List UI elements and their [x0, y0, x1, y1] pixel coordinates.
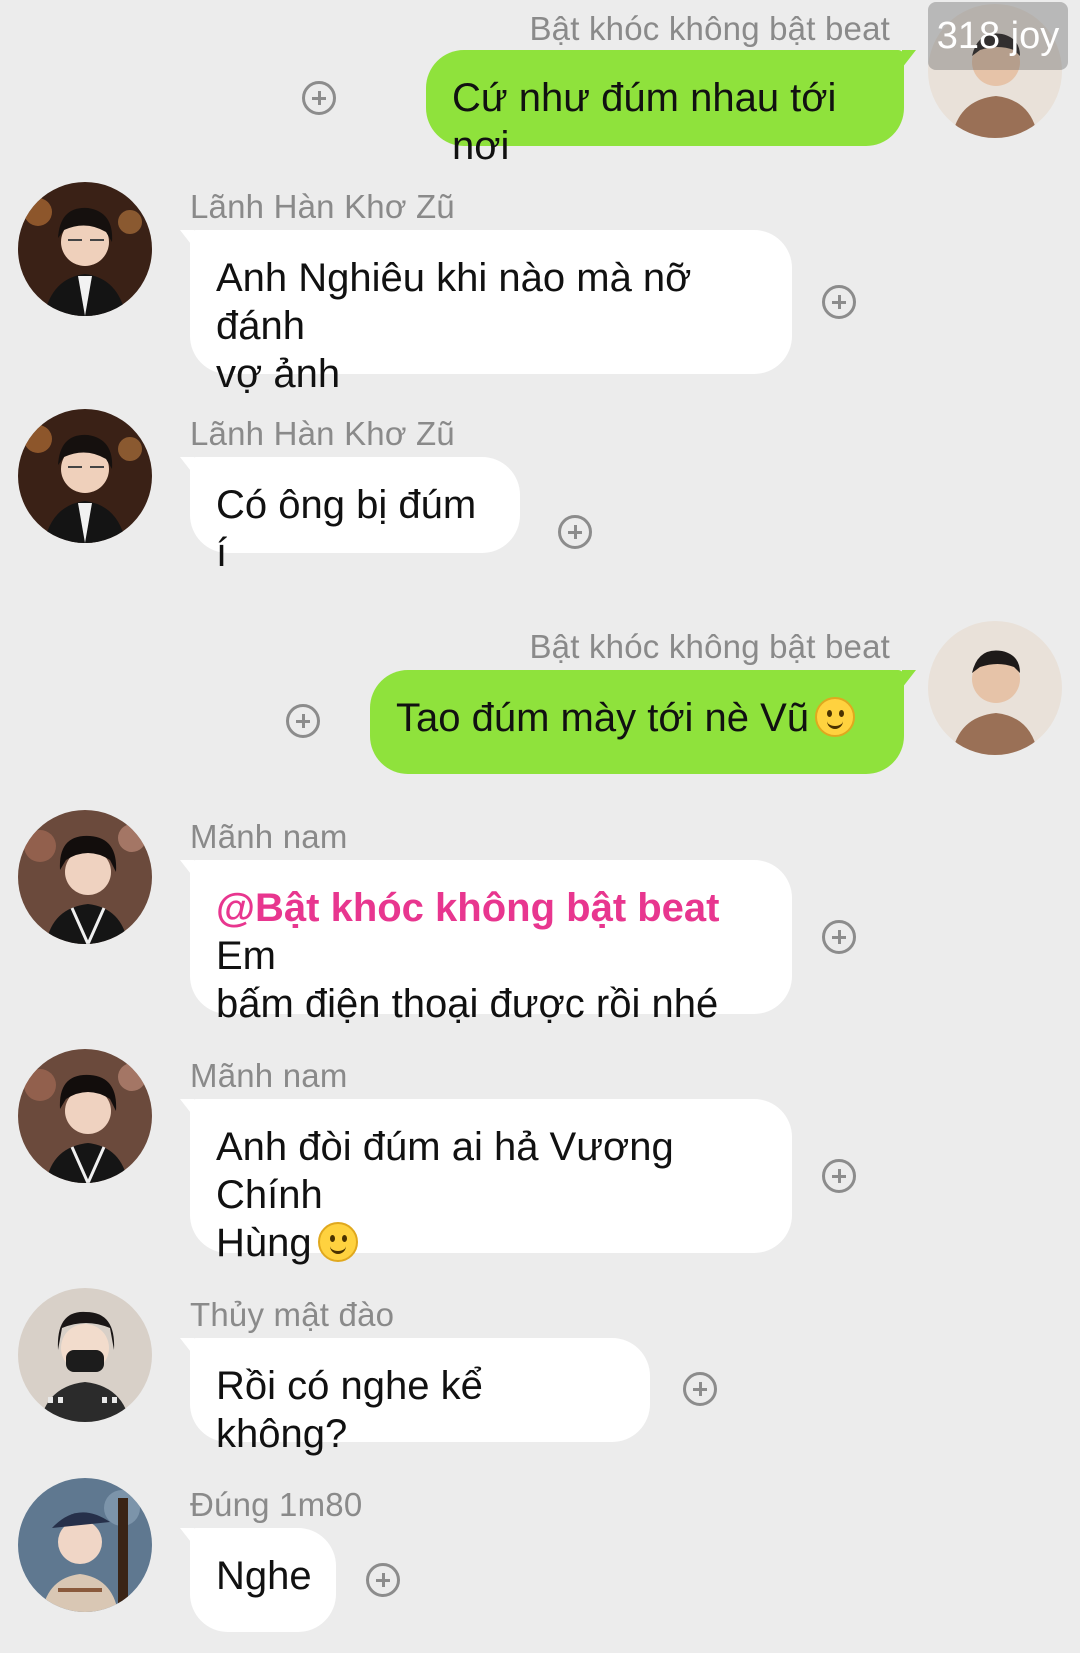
avatar[interactable] — [18, 1288, 152, 1422]
message-bubble[interactable]: Cứ như đúm nhau tới nơi — [426, 50, 916, 168]
message-text-line: vợ ảnh — [216, 352, 341, 396]
add-reaction-icon[interactable] — [366, 1563, 400, 1597]
message-text: Có ông bị đúm í — [216, 483, 477, 575]
message-bubble[interactable]: Rồi có nghe kể không? — [180, 1338, 650, 1456]
add-reaction-icon[interactable] — [558, 515, 592, 549]
add-reaction-icon[interactable] — [822, 1159, 856, 1193]
sender-name: Bật khóc không bật beat — [529, 628, 890, 665]
avatar[interactable] — [18, 182, 152, 316]
message-text: Rồi có nghe kể không? — [216, 1364, 483, 1456]
message-text: Hùng — [216, 1221, 312, 1265]
avatar[interactable] — [18, 810, 152, 944]
message-text-line: bấm điện thoại được rồi nhé — [216, 982, 719, 1026]
message-bubble[interactable]: @Bật khóc không bật beat Em bấm điện tho… — [180, 860, 792, 1026]
add-reaction-icon[interactable] — [683, 1372, 717, 1406]
message-text-line: Anh Nghiêu khi nào mà nỡ đánh — [216, 256, 692, 348]
message-text: Cứ như đúm nhau tới nơi — [452, 76, 837, 168]
message-bubble[interactable]: Tao đúm mày tới nè Vũ — [370, 670, 916, 774]
message-bubble[interactable]: Anh đòi đúm ai hả Vương Chính Hùng — [180, 1099, 792, 1265]
avatar[interactable] — [18, 1049, 152, 1183]
smile-emoji-icon — [317, 1222, 358, 1262]
add-reaction-icon[interactable] — [822, 920, 856, 954]
avatar[interactable] — [18, 409, 152, 543]
sender-name: Bật khóc không bật beat — [529, 10, 890, 47]
message-bubble[interactable]: Nghe — [180, 1528, 336, 1632]
sender-name: Mãnh nam — [190, 1057, 348, 1094]
add-reaction-icon[interactable] — [822, 285, 856, 319]
message-text: Tao đúm mày tới nè Vũ — [396, 696, 810, 740]
smile-emoji-icon — [815, 697, 856, 737]
message-text: Em — [216, 934, 276, 978]
message-text-line: @Bật khóc không bật beat Em — [216, 884, 766, 980]
sender-name: Mãnh nam — [190, 818, 348, 855]
message-text: Nghe — [216, 1554, 312, 1598]
message-text-line: Hùng — [216, 1219, 766, 1267]
watermark: 318 joy — [928, 2, 1068, 70]
avatar[interactable] — [18, 1478, 152, 1612]
message-bubble[interactable]: Có ông bị đúm í — [180, 457, 520, 575]
sender-name: Thủy mật đào — [190, 1296, 395, 1333]
add-reaction-icon[interactable] — [302, 81, 336, 115]
mention-link[interactable]: @Bật khóc không bật beat — [216, 886, 720, 930]
message-text-line: Anh đòi đúm ai hả Vương Chính — [216, 1125, 674, 1217]
message-bubble[interactable]: Anh Nghiêu khi nào mà nỡ đánh vợ ảnh — [180, 230, 792, 396]
sender-name: Đúng 1m80 — [190, 1486, 363, 1523]
add-reaction-icon[interactable] — [286, 704, 320, 738]
sender-name: Lãnh Hàn Khơ Zũ — [190, 415, 455, 452]
avatar[interactable] — [928, 621, 1062, 755]
sender-name: Lãnh Hàn Khơ Zũ — [190, 188, 455, 225]
